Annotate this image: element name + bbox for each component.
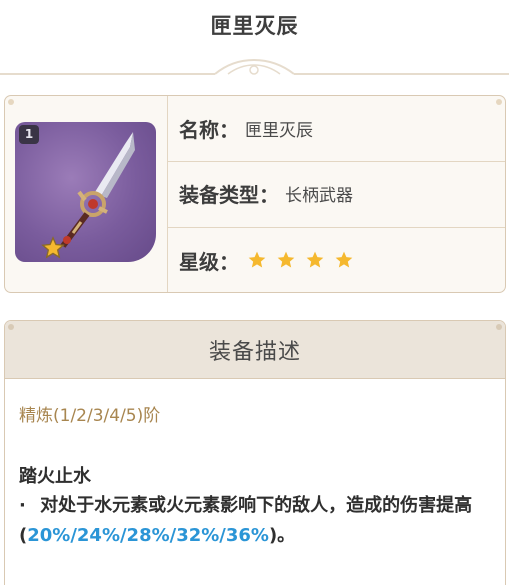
star-icon <box>335 251 353 268</box>
description-header: 装备描述 <box>5 321 505 379</box>
title-divider-ornament <box>0 58 509 75</box>
name-value: 匣里灭辰 <box>245 120 313 141</box>
refinement-levels: 精炼(1/2/3/4/5)阶 <box>19 406 161 426</box>
weapon-info-card: 1 名称： 匣里灭辰 装备类型： 长柄武器 星级： <box>4 95 506 293</box>
weapon-image: 1 <box>15 122 156 262</box>
name-label: 名称： <box>179 117 239 142</box>
description-card: 装备描述 精炼(1/2/3/4/5)阶 踏火止水 · 对处于水元素或火元素影响下… <box>4 320 506 585</box>
vertical-divider <box>167 96 168 292</box>
refinement-badge: 1 <box>19 125 39 144</box>
star-icon <box>277 251 295 268</box>
star-icon <box>306 251 324 268</box>
row-divider <box>167 161 505 162</box>
type-row: 装备类型： 长柄武器 <box>179 178 353 208</box>
star-icon <box>248 251 266 268</box>
effect-description: · 对处于水元素或火元素影响下的敌人，造成的伤害提高(20%/24%/28%/3… <box>19 491 497 551</box>
type-label: 装备类型： <box>179 182 279 207</box>
type-value: 长柄武器 <box>285 185 353 206</box>
star-icon <box>41 236 65 259</box>
row-divider <box>167 227 505 228</box>
name-row: 名称： 匣里灭辰 <box>179 113 313 143</box>
rarity-row: 星级： <box>179 245 354 275</box>
bullet: · <box>19 495 26 516</box>
rarity-stars <box>247 250 354 270</box>
effect-values: 20%/24%/28%/32%/36% <box>27 525 269 546</box>
rarity-label: 星级： <box>179 249 239 274</box>
effect-title: 踏火止水 <box>19 466 91 487</box>
effect-text-end: )。 <box>268 525 296 546</box>
page-title: 匣里灭辰 <box>210 14 299 38</box>
